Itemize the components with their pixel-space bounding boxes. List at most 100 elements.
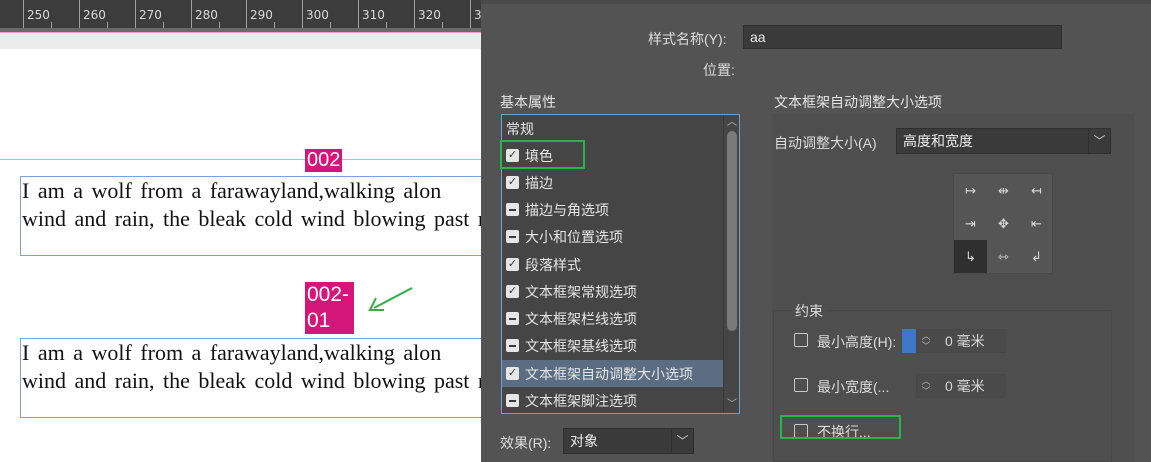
list-scrollbar[interactable]: ︿ ﹀ [723,115,739,413]
autosize-label: 自动调整大小(A) [774,135,877,151]
ruler-tick [358,0,359,28]
constraints-title: 约束 [791,301,827,321]
text-frame[interactable]: I am a wolf from a farawayland,walking a… [20,176,481,256]
chevron-down-icon[interactable]: ﹀ [1088,129,1110,153]
ruler-label: 310 [362,8,385,22]
anchor-middle-left-icon[interactable]: ⇥ [954,207,987,240]
list-item-stroke-corner[interactable]: 描边与角选项 [502,196,739,223]
list-item-paragraph-style[interactable]: ✓ 段落样式 [502,251,739,278]
list-item-stroke[interactable]: ✓ 描边 [502,169,739,196]
min-width-label: 最小宽度(... [817,379,890,395]
stepper-icon[interactable]: ︿ ﹀ [917,375,935,397]
checkbox-checked-icon[interactable]: ✓ [506,367,519,380]
list-item-text-frame-baseline[interactable]: 文本框架基线选项 [502,332,739,359]
highlight-box [500,140,585,169]
checkbox-checked-icon[interactable]: ✓ [506,176,519,189]
list-item-label: 文本框架常规选项 [525,283,637,300]
list-item-label: 文本框架自动调整大小选项 [525,365,693,382]
autosize-select[interactable]: 高度和宽度 ﹀ [896,128,1111,154]
list-item-label: 描边与角选项 [525,201,609,218]
checkbox-ignored-icon[interactable] [506,230,519,243]
list-item-label: 文本框架栏线选项 [525,310,637,327]
anchor-middle-right-icon[interactable]: ⇤ [1020,207,1053,240]
ruler-tick [79,0,80,28]
anchor-center-icon[interactable]: ✥ [987,207,1020,240]
chevron-down-icon[interactable]: ﹀ [671,429,693,453]
min-height-label: 最小高度(H): [817,334,897,350]
anchor-bottom-right-icon[interactable]: ↲ [1020,240,1053,273]
anchor-bottom-center-icon[interactable]: ⇿ [987,240,1020,273]
list-item-text-frame-autosize[interactable]: ✓ 文本框架自动调整大小选项 [502,360,739,387]
ruler-tick [302,0,303,28]
frame-tag-line: 002- [307,283,350,306]
scrollbar-thumb[interactable] [727,131,737,331]
ruler-label: 250 [27,8,50,22]
frame-tag-label[interactable]: 002- 01 [305,282,354,334]
ruler-tick [191,0,192,28]
ruler-label: 260 [83,8,106,22]
list-item-size-position[interactable]: 大小和位置选项 [502,223,739,250]
style-name-input[interactable]: aa [743,25,1062,49]
frame-text-line: I am a wolf from a farawayland,walking a… [22,340,442,365]
anchor-top-left-icon[interactable]: ↦ [954,174,987,207]
anchor-bottom-left-icon[interactable]: ↳ [954,240,987,273]
scroll-down-icon[interactable]: ﹀ [726,399,738,411]
text-frame[interactable]: I am a wolf from a farawayland,walking a… [20,338,481,418]
list-item-text-frame-column-rule[interactable]: 文本框架栏线选项 [502,305,739,332]
checkbox-checked-icon[interactable]: ✓ [506,285,519,298]
frame-text-line: wind and rain, the bleak cold wind blowi… [22,368,481,393]
list-item-text-frame-general[interactable]: ✓ 文本框架常规选项 [502,278,739,305]
input-focus-indicator [902,329,916,353]
list-item-label: 文本框架基线选项 [525,337,637,354]
ruler-tick [414,0,415,28]
reference-point-grid[interactable]: ↦ ⇹ ↤ ⇥ ✥ ⇤ ↳ ⇿ ↲ [953,173,1053,274]
ruler-label: 330 [474,8,481,22]
checkbox-checked-icon[interactable]: ✓ [506,258,519,271]
checkbox-ignored-icon[interactable] [506,203,519,216]
list-item-label: 大小和位置选项 [525,228,623,245]
list-item-label: 段落样式 [525,256,581,273]
ruler-label: 320 [418,8,441,22]
ruler-label: 280 [195,8,218,22]
min-width-value: 0 毫米 [945,378,985,394]
object-style-dialog: 样式名称(Y): aa 位置: 基本属性 常规 ✓ 填色 ✓ 描边 描边与角选项… [481,0,1151,462]
position-label: 位置: [703,62,735,78]
effects-select[interactable]: 对象 ﹀ [563,428,694,454]
list-item-label: 常规 [506,120,534,137]
frame-text-line: wind and rain, the bleak cold wind blowi… [22,206,481,231]
checkbox-ignored-icon[interactable] [506,312,519,325]
bleed-guide [0,32,481,33]
frame-text-line: I am a wolf from a farawayland,walking a… [22,178,442,203]
min-height-input[interactable]: ︿ ﹀ 0 毫米 [916,329,1006,353]
dialog-top-edge [481,0,1151,4]
autosize-section-title: 文本框架自动调整大小选项 [774,94,942,110]
ruler-tick [135,0,136,28]
effects-label: 效果(R): [500,435,552,451]
stepper-icon[interactable]: ︿ ﹀ [917,330,935,352]
frame-tag-line: 01 [307,309,331,332]
list-item-label: 描边 [525,174,553,191]
min-width-checkbox[interactable] [794,378,808,392]
list-item-text-frame-footnote[interactable]: 文本框架脚注选项 [502,387,739,413]
ruler-label: 290 [250,8,273,22]
basic-attributes-title: 基本属性 [500,94,556,110]
checkbox-ignored-icon[interactable] [506,339,519,352]
anchor-top-right-icon[interactable]: ↤ [1020,174,1053,207]
min-height-checkbox[interactable] [794,333,808,347]
anchor-top-center-icon[interactable]: ⇹ [987,174,1020,207]
document-canvas[interactable]: 250 260 270 280 290 300 310 320 330 002 … [0,0,481,462]
list-item-label: 文本框架脚注选项 [525,392,637,409]
ruler-label: 270 [139,8,162,22]
min-width-input[interactable]: ︿ ﹀ 0 毫米 [916,374,1006,398]
ruler-tick [23,0,24,28]
horizontal-ruler[interactable]: 250 260 270 280 290 300 310 320 330 [0,0,481,28]
ruler-label: 300 [306,8,329,22]
highlight-box [780,415,901,439]
style-name-label: 样式名称(Y): [648,31,727,47]
scroll-up-icon[interactable]: ︿ [726,117,738,129]
list-item-general[interactable]: 常规 [502,115,739,142]
frame-tag-label[interactable]: 002 [305,149,343,172]
effects-select-value: 对象 [570,433,598,449]
ruler-tick [470,0,471,28]
checkbox-ignored-icon[interactable] [506,394,519,407]
